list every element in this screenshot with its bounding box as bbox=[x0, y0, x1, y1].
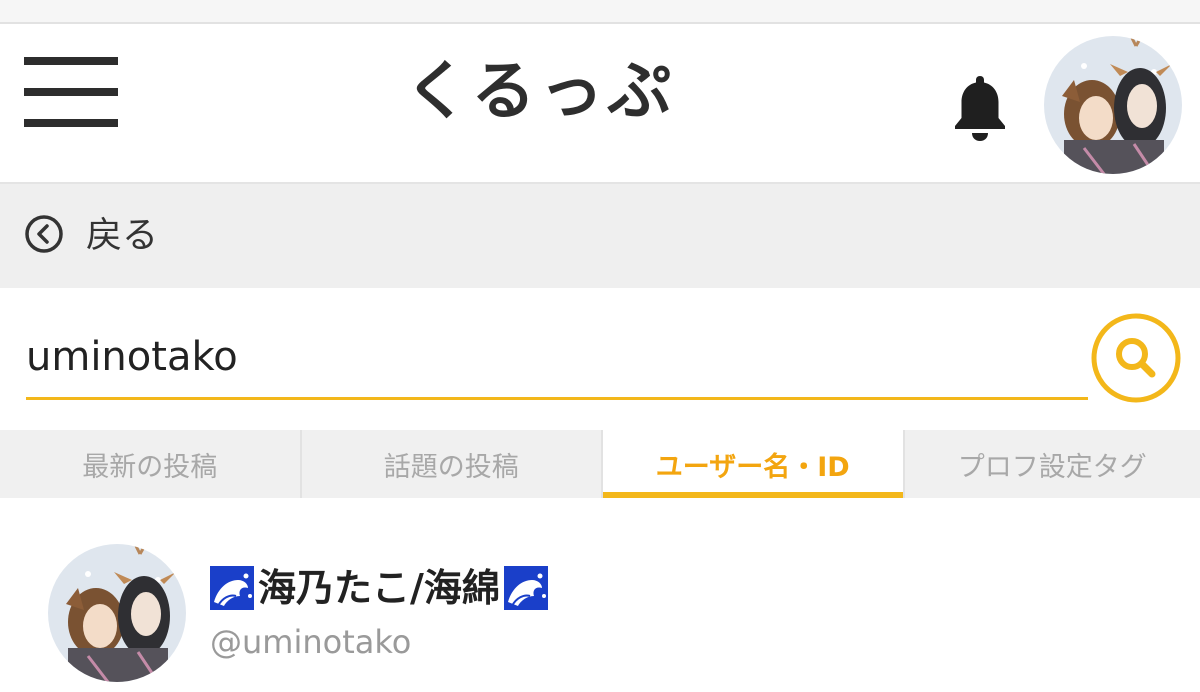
search-area bbox=[0, 288, 1200, 430]
back-label: 戻る bbox=[86, 215, 159, 256]
user-name-line: 海乃たこ/海綿 bbox=[210, 564, 548, 612]
chevron-left-circle-icon bbox=[24, 214, 64, 258]
back-bar: 戻る bbox=[0, 184, 1200, 288]
water-wave-icon bbox=[210, 566, 254, 610]
user-display-name: 海乃たこ/海綿 bbox=[258, 566, 500, 610]
back-button[interactable]: 戻る bbox=[24, 214, 159, 258]
results-list: 海乃たこ/海綿 @uminotako bbox=[0, 498, 1200, 692]
avatar bbox=[48, 544, 186, 682]
tab-trending-posts[interactable]: 話題の投稿 bbox=[302, 430, 603, 498]
status-strip bbox=[0, 0, 1200, 24]
list-item[interactable]: 海乃たこ/海綿 @uminotako bbox=[0, 538, 1200, 688]
app-header: くるっぷ bbox=[0, 24, 1200, 184]
app-title: くるっぷ bbox=[404, 55, 676, 129]
user-handle: @uminotako bbox=[210, 623, 412, 661]
tab-username-id[interactable]: ユーザー名・ID bbox=[603, 430, 905, 498]
search-icon bbox=[1091, 313, 1181, 403]
search-input[interactable] bbox=[26, 316, 1088, 400]
profile-avatar[interactable] bbox=[1044, 36, 1182, 174]
tab-latest-posts[interactable]: 最新の投稿 bbox=[0, 430, 302, 498]
bell-icon[interactable] bbox=[950, 72, 1010, 144]
water-wave-icon bbox=[503, 566, 548, 610]
search-button[interactable] bbox=[1090, 312, 1182, 404]
search-tabs: 最新の投稿 話題の投稿 ユーザー名・ID プロフ設定タグ bbox=[0, 430, 1200, 498]
tab-profile-tags[interactable]: プロフ設定タグ bbox=[905, 430, 1200, 498]
